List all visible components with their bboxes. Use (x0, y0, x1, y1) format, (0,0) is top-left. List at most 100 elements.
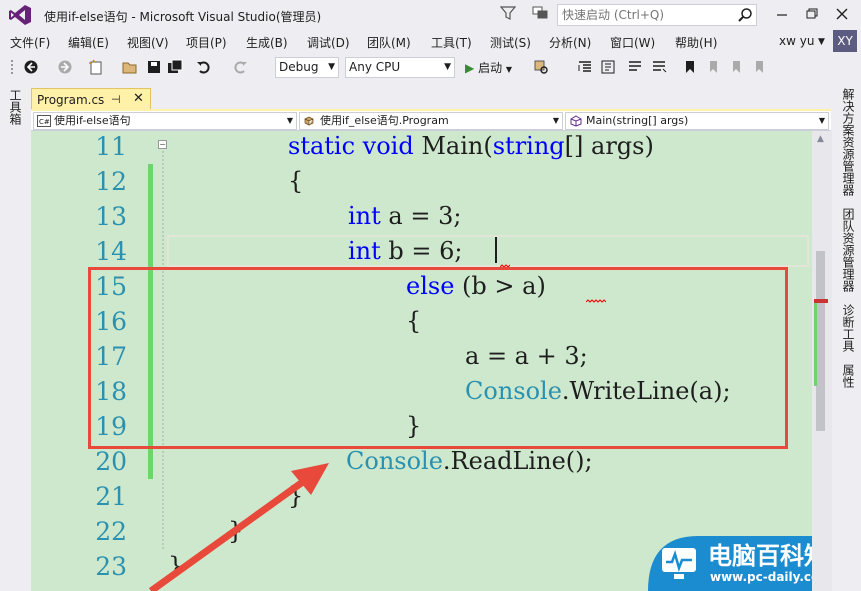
code-line: { (288, 167, 304, 195)
line-number: 13 (95, 202, 127, 231)
current-line-highlight (167, 235, 809, 267)
start-label: 启动 (478, 61, 503, 75)
annotation-arrow-icon (148, 463, 329, 591)
project-dropdown[interactable]: C# 使用if-else语句 ▼ (33, 112, 297, 130)
user-name[interactable]: xw yu (779, 34, 814, 48)
avatar[interactable]: XY (833, 30, 857, 52)
diagnostic-tools-tab[interactable]: 诊断工具 (840, 304, 857, 352)
class-icon (304, 116, 314, 126)
toolbar-grip-icon (11, 60, 13, 74)
chevron-down-icon: ▼ (444, 62, 451, 72)
pin-icon[interactable]: ⊣ (111, 93, 121, 106)
line-number: 22 (95, 517, 127, 546)
line-number: 21 (95, 482, 127, 511)
code-line: Console.ReadLine(); (346, 447, 593, 475)
chevron-down-icon: ▼ (328, 62, 335, 72)
left-tool-strip: 工具箱 (0, 84, 29, 591)
previous-bookmark-icon[interactable] (705, 59, 721, 75)
menu-bar: 文件(F) 编辑(E) 视图(V) 项目(P) 生成(B) 调试(D) 团队(M… (0, 30, 861, 52)
close-window-button[interactable] (828, 2, 856, 26)
undo-icon[interactable] (196, 59, 212, 75)
play-icon: ▶ (465, 61, 475, 75)
member-value: Main(string[] args) (586, 114, 689, 127)
quick-launch-box[interactable] (557, 4, 757, 26)
menu-edit[interactable]: 编辑(E) (68, 34, 109, 51)
annotation-highlight-box (88, 267, 788, 449)
menu-file[interactable]: 文件(F) (10, 34, 50, 51)
line-number: 12 (95, 167, 127, 196)
step-into-icon[interactable] (577, 59, 593, 75)
visual-studio-logo-icon (9, 5, 31, 25)
text-cursor (495, 237, 497, 263)
menu-project[interactable]: 项目(P) (186, 34, 227, 51)
solution-explorer-tab[interactable]: 解决方案资源管理器 (840, 88, 857, 196)
clear-bookmarks-icon[interactable] (751, 59, 767, 75)
collapse-region-toggle[interactable]: − (158, 140, 167, 149)
feedback-icon[interactable] (531, 5, 549, 21)
quick-launch-input[interactable] (558, 5, 733, 25)
code-line: static void Main(string[] args) (288, 132, 654, 160)
window-title: 使用if-else语句 - Microsoft Visual Studio(管理… (44, 10, 322, 24)
new-project-icon[interactable] (88, 59, 104, 75)
line-number: 20 (95, 447, 127, 476)
line-number: 14 (95, 237, 127, 266)
scrollbar-change-marker (814, 301, 817, 386)
menu-debug[interactable]: 调试(D) (307, 34, 350, 51)
search-icon[interactable] (737, 7, 753, 23)
menu-test[interactable]: 测试(S) (490, 34, 531, 51)
back-icon[interactable] (23, 59, 39, 75)
scroll-up-icon[interactable]: ▲ (817, 134, 824, 144)
platform-select[interactable]: Any CPU ▼ (345, 57, 455, 78)
start-debug-button[interactable]: ▶ 启动 ▼ (465, 59, 512, 76)
class-dropdown[interactable]: 使用if_else语句.Program ▼ (299, 112, 563, 130)
menu-team[interactable]: 团队(M) (367, 34, 411, 51)
code-line: int a = 3; (348, 202, 462, 230)
method-icon (570, 115, 582, 127)
scrollbar-error-marker (814, 299, 828, 303)
right-tool-strip: 解决方案资源管理器 团队资源管理器 诊断工具 属性 (832, 84, 861, 591)
menu-help[interactable]: 帮助(H) (675, 34, 717, 51)
code-line: int b = 6; (348, 237, 463, 265)
menu-analyze[interactable]: 分析(N) (549, 34, 591, 51)
properties-tab[interactable]: 属性 (840, 364, 857, 388)
project-value: 使用if-else语句 (54, 114, 131, 127)
chevron-down-icon: ▼ (286, 116, 293, 125)
save-icon[interactable] (146, 59, 162, 75)
menu-view[interactable]: 视图(V) (127, 34, 169, 51)
forward-icon[interactable] (57, 59, 73, 75)
chevron-down-icon: ▼ (818, 116, 825, 125)
solution-config-value: Debug (279, 60, 319, 74)
tab-program-cs[interactable]: Program.cs ⊣ ✕ (31, 88, 151, 110)
uncomment-lines-icon[interactable] (651, 59, 667, 75)
comment-lines-icon[interactable] (627, 59, 643, 75)
chevron-down-icon: ▼ (505, 65, 513, 74)
menu-build[interactable]: 生成(B) (246, 34, 288, 51)
next-bookmark-icon[interactable] (728, 59, 744, 75)
watermark-url: www.pc-daily.com (710, 570, 812, 584)
chevron-down-icon: ▼ (552, 116, 559, 125)
vertical-scrollbar[interactable]: ▲ (812, 131, 832, 591)
format-document-icon[interactable] (600, 59, 616, 75)
tab-label: Program.cs (37, 93, 105, 107)
csharp-project-icon: C# (37, 115, 51, 127)
member-dropdown[interactable]: Main(string[] args) ▼ (565, 112, 829, 130)
line-number: 11 (95, 132, 127, 161)
notification-filter-icon[interactable] (500, 5, 516, 21)
code-editor[interactable]: 11 12 13 14 15 16 17 18 19 20 21 22 23 −… (31, 131, 812, 591)
close-icon[interactable]: ✕ (133, 91, 144, 106)
minimize-button[interactable] (768, 2, 796, 26)
scrollbar-thumb[interactable] (816, 251, 825, 431)
solution-config-select[interactable]: Debug ▼ (275, 57, 339, 78)
open-file-icon[interactable] (122, 59, 138, 75)
svg-text:C#: C# (39, 118, 50, 126)
restore-button[interactable] (798, 2, 826, 26)
bookmark-icon[interactable] (682, 59, 698, 75)
menu-window[interactable]: 窗口(W) (610, 34, 655, 51)
find-in-files-icon[interactable] (533, 59, 549, 75)
menu-tools[interactable]: 工具(T) (431, 34, 472, 51)
chevron-down-icon[interactable]: ▼ (818, 37, 825, 47)
redo-icon[interactable] (232, 59, 248, 75)
team-explorer-tab[interactable]: 团队资源管理器 (840, 208, 857, 292)
toolbox-tab[interactable]: 工具箱 (7, 89, 24, 125)
save-all-icon[interactable] (167, 59, 183, 75)
